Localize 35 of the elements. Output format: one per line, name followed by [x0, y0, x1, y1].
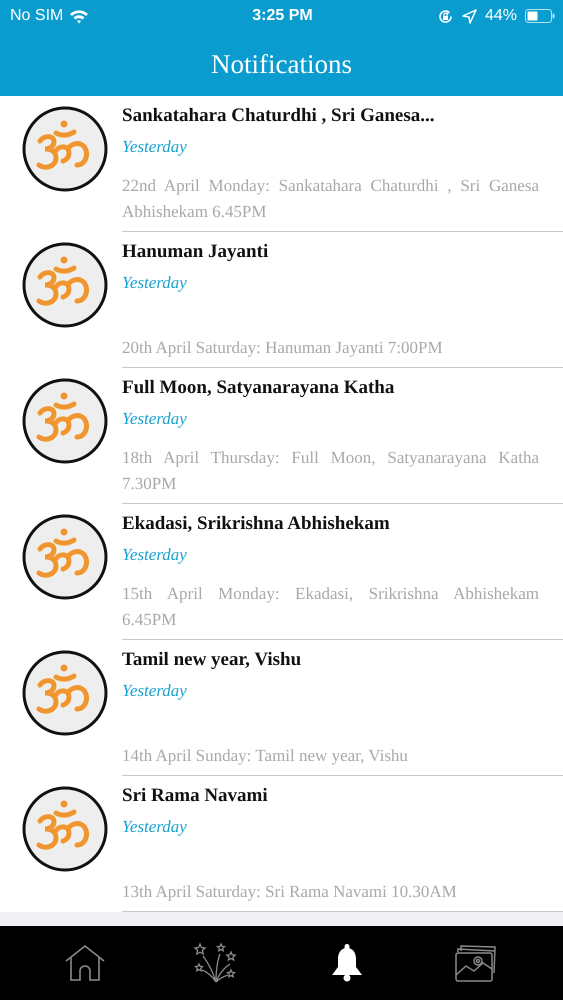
om-icon — [22, 378, 108, 464]
notification-message: 22nd April Monday: Sankatahara Chaturdhi , Sri Ganesa Abhishekam 6.45PM — [122, 175, 539, 223]
om-icon — [22, 650, 108, 736]
battery-percentage: 44% — [484, 7, 517, 25]
home-icon[interactable] — [64, 944, 106, 982]
wifi-icon — [69, 8, 90, 24]
rotation-lock-icon — [436, 8, 454, 24]
notification-time: Yesterday — [122, 273, 188, 293]
notification-message: 13th April Saturday: Sri Rama Navami 10.30AM — [122, 881, 458, 903]
location-icon — [462, 8, 477, 24]
notification-title: Tamil new year, Vishu — [122, 649, 302, 671]
battery-icon — [525, 9, 555, 23]
notification-time: Yesterday — [122, 817, 188, 837]
clock-time: 3:25 PM — [252, 7, 313, 25]
notification-time: Yesterday — [122, 681, 188, 701]
notification-time: Yesterday — [122, 137, 188, 157]
notification-title: Sri Rama Navami — [122, 785, 269, 807]
notification-title: Ekadasi, Srikrishna Abhishekam — [122, 513, 391, 535]
notification-message: 15th April Monday: Ekadasi, Srikrishna Abhishekam 6.45PM — [122, 583, 539, 631]
carrier-label: No SIM — [10, 7, 64, 25]
notification-title: Sankatahara Chaturdhi , Sri Ganesa... — [122, 105, 436, 127]
om-icon — [22, 786, 108, 872]
fireworks-icon[interactable] — [193, 942, 240, 984]
om-icon — [22, 106, 108, 192]
bell-icon[interactable] — [330, 943, 363, 983]
notification-time: Yesterday — [122, 545, 188, 565]
notification-message: 18th April Thursday: Full Moon, Satyanarayana Katha 7.30PM — [122, 447, 539, 495]
notification-message: 14th April Sunday: Tamil new year, Vishu — [122, 745, 409, 767]
notification-time: Yesterday — [122, 409, 188, 429]
om-icon — [22, 242, 108, 328]
notification-title: Hanuman Jayanti — [122, 241, 270, 263]
notification-message: 20th April Saturday: Hanuman Jayanti 7:00PM — [122, 337, 444, 359]
screen-title: Notifications — [211, 48, 352, 80]
notification-title: Full Moon, Satyanarayana Katha — [122, 377, 396, 399]
om-icon — [22, 514, 108, 600]
